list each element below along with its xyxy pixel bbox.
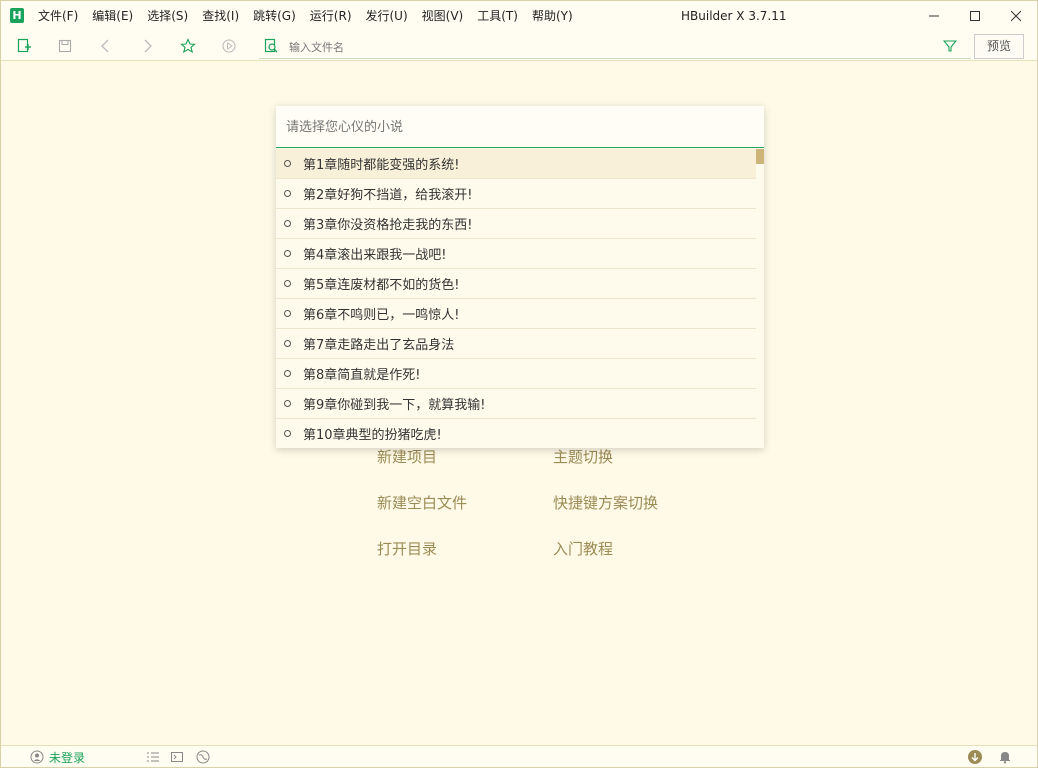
new-blank-file-link[interactable]: 新建空白文件 xyxy=(377,492,467,513)
picker-item[interactable]: 第10章典型的扮猪吃虎! xyxy=(276,419,756,448)
bullet-icon xyxy=(284,370,291,377)
star-icon xyxy=(180,38,196,54)
picker-input[interactable] xyxy=(286,116,746,138)
picker-scrollbar[interactable] xyxy=(756,149,764,164)
bullet-icon xyxy=(284,430,291,437)
bullet-icon xyxy=(284,160,291,167)
menu-find[interactable]: 查找(I) xyxy=(195,1,246,31)
picker-item[interactable]: 第4章滚出来跟我一战吧! xyxy=(276,239,756,269)
picker-item-label: 第1章随时都能变强的系统! xyxy=(303,158,460,173)
bullet-icon xyxy=(284,340,291,347)
new-file-button[interactable] xyxy=(14,36,34,56)
user-icon[interactable] xyxy=(29,749,45,765)
bullet-icon xyxy=(284,190,291,197)
app-logo-icon: H xyxy=(10,8,24,23)
file-search-bar xyxy=(259,35,971,59)
menu-run[interactable]: 运行(R) xyxy=(303,1,359,31)
picker-item[interactable]: 第6章不鸣则已，一鸣惊人! xyxy=(276,299,756,329)
back-button[interactable] xyxy=(96,36,116,56)
picker-item[interactable]: 第9章你碰到我一下，就算我输! xyxy=(276,389,756,419)
menu-help[interactable]: 帮助(Y) xyxy=(525,1,580,31)
filter-icon[interactable] xyxy=(942,39,958,56)
title-bar: H 文件(F) 编辑(E) 选择(S) 查找(I) 跳转(G) 运行(R) 发行… xyxy=(1,1,1037,31)
novel-picker: 第1章随时都能变强的系统! 第2章好狗不挡道，给我滚开! 第3章你没资格抢走我的… xyxy=(276,106,764,448)
save-icon xyxy=(58,39,72,53)
file-search-icon xyxy=(263,38,279,57)
picker-item[interactable]: 第3章你没资格抢走我的东西! xyxy=(276,209,756,239)
picker-item[interactable]: 第5章连废材都不如的货色! xyxy=(276,269,756,299)
forward-button[interactable] xyxy=(137,36,157,56)
login-status[interactable]: 未登录 xyxy=(49,749,85,766)
notification-bell-icon[interactable] xyxy=(997,749,1013,765)
bullet-icon xyxy=(284,280,291,287)
picker-item-label: 第5章连废材都不如的货色! xyxy=(303,278,460,293)
open-directory-link[interactable]: 打开目录 xyxy=(377,538,437,559)
picker-item-label: 第7章走路走出了玄品身法 xyxy=(303,338,455,353)
browser-icon[interactable] xyxy=(195,749,211,765)
menu-view[interactable]: 视图(V) xyxy=(415,1,471,31)
bullet-icon xyxy=(284,250,291,257)
maximize-icon xyxy=(970,11,980,21)
bullet-icon xyxy=(284,400,291,407)
status-bar: 未登录 xyxy=(1,745,1037,767)
picker-item-label: 第3章你没资格抢走我的东西! xyxy=(303,218,473,233)
new-project-link[interactable]: 新建项目 xyxy=(377,446,437,467)
picker-item-label: 第9章你碰到我一下，就算我输! xyxy=(303,398,486,413)
maximize-button[interactable] xyxy=(952,1,998,31)
picker-item-label: 第10章典型的扮猪吃虎! xyxy=(303,428,442,443)
chevron-right-icon xyxy=(144,39,152,53)
menu-tools[interactable]: 工具(T) xyxy=(470,1,525,31)
play-circle-icon xyxy=(222,39,236,53)
outline-icon[interactable] xyxy=(145,749,161,765)
picker-item[interactable]: 第2章好狗不挡道，给我滚开! xyxy=(276,179,756,209)
run-button[interactable] xyxy=(219,36,239,56)
app-window: H 文件(F) 编辑(E) 选择(S) 查找(I) 跳转(G) 运行(R) 发行… xyxy=(0,0,1038,768)
minimize-icon xyxy=(929,15,939,17)
menu-goto[interactable]: 跳转(G) xyxy=(246,1,303,31)
close-icon xyxy=(1011,11,1021,21)
menu-publish[interactable]: 发行(U) xyxy=(359,1,415,31)
window-title: HBuilder X 3.7.11 xyxy=(681,9,787,23)
picker-item[interactable]: 第7章走路走出了玄品身法 xyxy=(276,329,756,359)
minimize-button[interactable] xyxy=(911,1,957,31)
menu-file[interactable]: 文件(F) xyxy=(31,1,85,31)
favorite-button[interactable] xyxy=(178,36,198,56)
file-search-input[interactable] xyxy=(289,37,929,57)
terminal-icon[interactable] xyxy=(169,749,185,765)
picker-item-label: 第4章滚出来跟我一战吧! xyxy=(303,248,447,263)
download-icon[interactable] xyxy=(967,749,983,765)
menu-bar: 文件(F) 编辑(E) 选择(S) 查找(I) 跳转(G) 运行(R) 发行(U… xyxy=(31,1,580,31)
keymap-switch-link[interactable]: 快捷键方案切换 xyxy=(553,492,658,513)
menu-edit[interactable]: 编辑(E) xyxy=(85,1,140,31)
toolbar: 预览 xyxy=(1,31,1037,61)
new-file-icon xyxy=(17,38,31,53)
tutorial-link[interactable]: 入门教程 xyxy=(553,538,613,559)
save-button[interactable] xyxy=(55,36,75,56)
bullet-icon xyxy=(284,310,291,317)
picker-item-label: 第8章简直就是作死! xyxy=(303,368,421,383)
bullet-icon xyxy=(284,220,291,227)
preview-button[interactable]: 预览 xyxy=(974,34,1024,59)
theme-switch-link[interactable]: 主题切换 xyxy=(553,446,613,467)
picker-item[interactable]: 第8章简直就是作死! xyxy=(276,359,756,389)
picker-input-wrap xyxy=(276,106,764,148)
picker-item-label: 第6章不鸣则已，一鸣惊人! xyxy=(303,308,460,323)
menu-select[interactable]: 选择(S) xyxy=(140,1,195,31)
picker-item-label: 第2章好狗不挡道，给我滚开! xyxy=(303,188,473,203)
close-button[interactable] xyxy=(993,1,1038,31)
picker-item[interactable]: 第1章随时都能变强的系统! xyxy=(276,149,756,179)
chevron-left-icon xyxy=(101,39,109,53)
picker-list: 第1章随时都能变强的系统! 第2章好狗不挡道，给我滚开! 第3章你没资格抢走我的… xyxy=(276,149,756,448)
